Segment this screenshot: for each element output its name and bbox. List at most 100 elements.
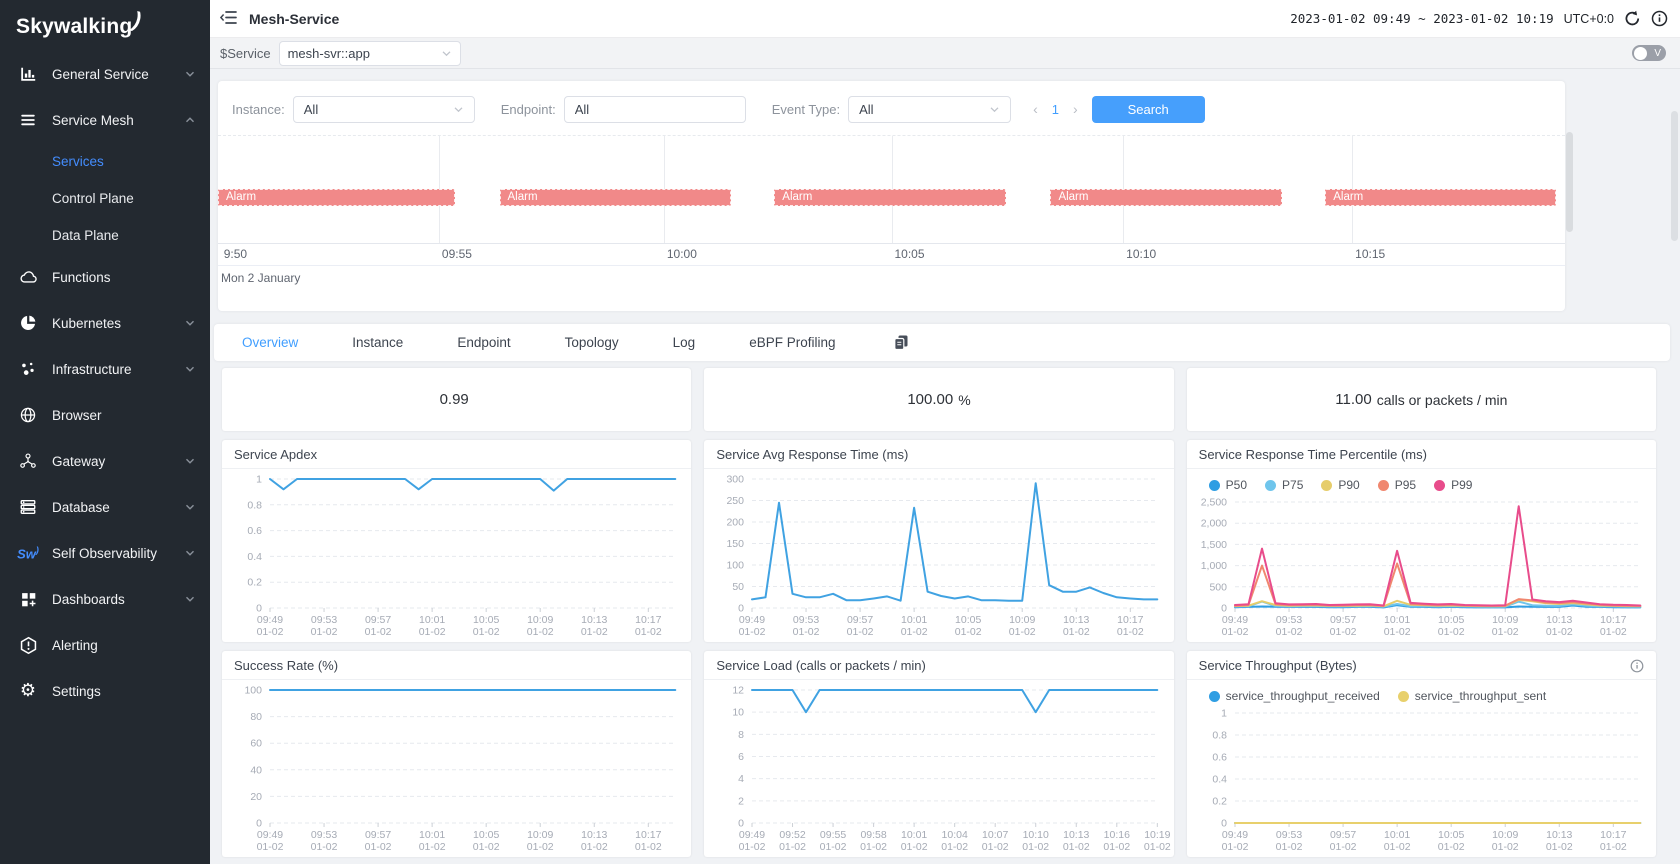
sidebar-item-control-plane[interactable]: Control Plane xyxy=(0,180,210,217)
legend-p50[interactable]: P50 xyxy=(1209,478,1247,492)
legend-service-throughput-received[interactable]: service_throughput_received xyxy=(1209,689,1380,703)
svg-text:09:57: 09:57 xyxy=(365,614,391,626)
version-toggle[interactable]: V xyxy=(1632,45,1666,61)
alarm-event-bar[interactable]: Alarm xyxy=(218,189,455,206)
sidebar-nav: General ServiceService MeshServicesContr… xyxy=(0,45,210,714)
sidebar-item-infrastructure[interactable]: Infrastructure xyxy=(0,346,210,392)
legend-p95[interactable]: P95 xyxy=(1378,478,1416,492)
endpoint-input[interactable] xyxy=(564,96,746,123)
svg-text:80: 80 xyxy=(250,711,262,723)
instance-select[interactable]: All xyxy=(293,96,475,123)
service-load-chart[interactable]: 02468101209:4901-0209:5201-0209:5501-020… xyxy=(704,680,1173,857)
svg-text:10:13: 10:13 xyxy=(581,829,607,841)
svg-text:10:01: 10:01 xyxy=(419,614,445,626)
next-page-icon[interactable]: › xyxy=(1073,101,1078,117)
tab-endpoint[interactable]: Endpoint xyxy=(457,335,510,350)
event-type-select[interactable]: All xyxy=(848,96,1011,123)
timeline-tick-label: 9:50 xyxy=(221,247,247,261)
legend-p99[interactable]: P99 xyxy=(1434,478,1472,492)
svg-text:09:49: 09:49 xyxy=(739,829,765,841)
svg-text:01-02: 01-02 xyxy=(1117,626,1144,638)
sidebar-item-service-mesh[interactable]: Service Mesh xyxy=(0,97,210,143)
chart-title: Service Load (calls or packets / min) xyxy=(716,658,926,673)
app-logo[interactable]: Skywalking) xyxy=(0,0,210,45)
avg-response-time-chart[interactable]: 05010015020025030009:4901-0209:5301-0209… xyxy=(704,469,1173,642)
sidebar-item-label: Settings xyxy=(52,684,101,699)
svg-text:10:09: 10:09 xyxy=(527,829,553,841)
time-range[interactable]: 2023-01-02 09:49 ~ 2023-01-02 10:19 xyxy=(1290,11,1553,26)
svg-text:0: 0 xyxy=(738,818,744,830)
svg-text:1: 1 xyxy=(256,474,262,486)
chart-card-success-rate: Success Rate (%) 02040608010009:4901-020… xyxy=(222,651,691,857)
legend-p75[interactable]: P75 xyxy=(1265,478,1303,492)
legend-p90[interactable]: P90 xyxy=(1321,478,1359,492)
tab-ebpf-profiling[interactable]: eBPF Profiling xyxy=(749,335,835,350)
info-icon[interactable] xyxy=(1651,10,1668,27)
sidebar-item-services[interactable]: Services xyxy=(0,143,210,180)
chart-info-icon[interactable] xyxy=(1630,659,1644,673)
sidebar-item-database[interactable]: Database xyxy=(0,484,210,530)
sidebar-item-dashboards[interactable]: Dashboards xyxy=(0,576,210,622)
prev-page-icon[interactable]: ‹ xyxy=(1033,101,1038,117)
svg-text:10:10: 10:10 xyxy=(1023,829,1049,841)
globe-icon xyxy=(18,406,38,424)
svg-text:01-02: 01-02 xyxy=(1144,841,1171,853)
svg-text:01-02: 01-02 xyxy=(473,626,500,638)
service-throughput-chart[interactable]: 00.20.40.60.8109:4901-0209:5301-0209:570… xyxy=(1187,703,1656,857)
alarm-timeline[interactable]: Alarm Alarm Alarm Alarm Alarm xyxy=(218,135,1565,243)
throughput-legend: service_throughput_received service_throu… xyxy=(1187,680,1656,703)
pie-icon xyxy=(18,314,38,332)
topbar: Mesh-Service 2023-01-02 09:49 ~ 2023-01-… xyxy=(210,0,1680,38)
sidebar-item-functions[interactable]: Functions xyxy=(0,254,210,300)
sidebar-item-settings[interactable]: ⚙Settings xyxy=(0,668,210,714)
page-scrollbar[interactable] xyxy=(1671,111,1678,241)
timeline-scrollbar[interactable] xyxy=(1566,132,1573,232)
service-select[interactable]: mesh-svr::app xyxy=(279,41,461,66)
svg-text:10:05: 10:05 xyxy=(1438,829,1464,841)
alarm-event-bar[interactable]: Alarm xyxy=(774,189,1006,206)
svg-text:01-02: 01-02 xyxy=(365,626,392,638)
sidebar-item-kubernetes[interactable]: Kubernetes xyxy=(0,300,210,346)
service-apdex-chart[interactable]: 00.20.40.60.8109:4901-0209:5301-0209:570… xyxy=(222,469,691,642)
legend-service-throughput-sent[interactable]: service_throughput_sent xyxy=(1398,689,1546,703)
svg-text:1,500: 1,500 xyxy=(1200,539,1226,551)
svg-text:10:13: 10:13 xyxy=(581,614,607,626)
svg-text:01-02: 01-02 xyxy=(1491,626,1518,638)
alarm-event-bar[interactable]: Alarm xyxy=(1050,189,1282,206)
sidebar-item-alerting[interactable]: Alerting xyxy=(0,622,210,668)
sidebar-item-data-plane[interactable]: Data Plane xyxy=(0,217,210,254)
tab-instance[interactable]: Instance xyxy=(352,335,403,350)
metric-value: 0.99 xyxy=(440,391,469,408)
svg-text:100: 100 xyxy=(244,685,262,697)
sidebar-item-browser[interactable]: Browser xyxy=(0,392,210,438)
alarm-event-bar[interactable]: Alarm xyxy=(500,189,732,206)
svg-text:09:57: 09:57 xyxy=(1330,829,1356,841)
svg-text:09:53: 09:53 xyxy=(793,614,819,626)
copy-icon[interactable] xyxy=(893,334,909,351)
chart-card-service-load: Service Load (calls or packets / min) 02… xyxy=(704,651,1173,857)
response-time-percentile-chart[interactable]: 05001,0001,5002,0002,50009:4901-0209:530… xyxy=(1187,492,1656,642)
alarm-event-bar[interactable]: Alarm xyxy=(1325,189,1555,206)
sidebar-item-self-observability[interactable]: Sw)Self Observability xyxy=(0,530,210,576)
timeline-date-label: Mon 2 January xyxy=(221,271,300,285)
svg-text:01-02: 01-02 xyxy=(419,626,446,638)
success-rate-chart[interactable]: 02040608010009:4901-0209:5301-0209:5701-… xyxy=(222,680,691,857)
endpoint-label: Endpoint: xyxy=(501,102,556,117)
sidebar-item-general-service[interactable]: General Service xyxy=(0,51,210,97)
svg-text:01-02: 01-02 xyxy=(860,841,887,853)
svg-text:10:09: 10:09 xyxy=(1009,614,1035,626)
svg-text:0: 0 xyxy=(256,818,262,830)
svg-text:01-02: 01-02 xyxy=(365,841,392,853)
page-number[interactable]: 1 xyxy=(1052,102,1059,117)
refresh-icon[interactable] xyxy=(1624,10,1641,27)
tab-topology[interactable]: Topology xyxy=(565,335,619,350)
tab-overview[interactable]: Overview xyxy=(242,335,298,350)
sidebar-item-gateway[interactable]: Gateway xyxy=(0,438,210,484)
tab-log[interactable]: Log xyxy=(673,335,696,350)
svg-text:01-02: 01-02 xyxy=(847,626,874,638)
svg-text:01-02: 01-02 xyxy=(311,841,338,853)
svg-text:8: 8 xyxy=(738,729,744,741)
search-button[interactable]: Search xyxy=(1092,96,1205,123)
chevron-down-icon xyxy=(989,104,1000,115)
collapse-menu-icon[interactable] xyxy=(220,10,237,28)
